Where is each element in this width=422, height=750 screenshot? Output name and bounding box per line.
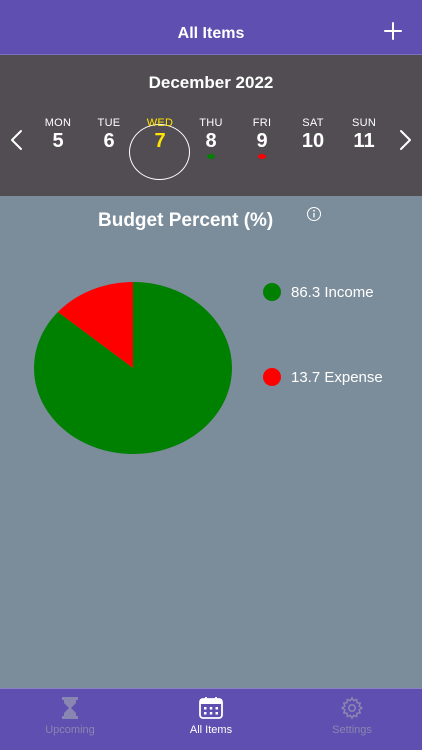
day-name: SAT <box>302 117 324 129</box>
legend-label-expense: 13.7 Expense <box>291 368 383 386</box>
income-legend-dot <box>263 283 281 301</box>
day-friday[interactable]: FRI 9 <box>237 117 287 177</box>
day-name: THU <box>199 117 223 129</box>
day-saturday[interactable]: SAT 10 <box>288 117 338 177</box>
day-name: FRI <box>252 117 272 129</box>
chart-panel: Budget Percent (%) 86.3 Income 13.7 Expe… <box>0 196 422 688</box>
page-title: All Items <box>177 25 245 42</box>
tab-label: Settings <box>332 724 372 736</box>
month-title: December 2022 <box>148 73 274 92</box>
day-name: TUE <box>97 117 121 129</box>
budget-pie-chart <box>33 282 233 454</box>
day-number: 9 <box>256 130 268 152</box>
expense-legend-dot <box>263 368 281 386</box>
income-marker-dot <box>207 154 215 159</box>
tab-upcoming[interactable]: Upcoming <box>0 689 140 750</box>
tab-label: All Items <box>189 724 233 736</box>
tab-all-items[interactable]: All Items <box>141 689 281 750</box>
next-week-chevron-icon[interactable] <box>397 129 413 151</box>
legend-item-income: 86.3 Income <box>263 282 374 302</box>
nav-bar: All Items <box>0 0 422 55</box>
tab-label: Upcoming <box>45 724 95 736</box>
day-wednesday[interactable]: WED 7 <box>135 117 185 177</box>
day-number: 11 <box>353 130 375 152</box>
day-thursday[interactable]: THU 8 <box>186 117 236 177</box>
day-number: 8 <box>205 130 217 152</box>
legend-item-expense: 13.7 Expense <box>263 367 383 387</box>
chart-title: Budget Percent (%) <box>98 210 274 231</box>
day-number: 5 <box>52 130 64 152</box>
day-monday[interactable]: MON 5 <box>33 117 83 177</box>
day-number: 6 <box>103 130 115 152</box>
tab-bar: Upcoming All Items Settings <box>0 688 422 750</box>
expense-marker-dot <box>258 154 266 159</box>
day-tuesday[interactable]: TUE 6 <box>84 117 134 177</box>
day-name: WED <box>146 117 174 129</box>
day-number: 10 <box>301 130 325 152</box>
day-number: 7 <box>154 130 166 152</box>
legend-label-income: 86.3 Income <box>291 283 374 301</box>
day-name: MON <box>44 117 72 129</box>
calendar-icon <box>199 697 223 719</box>
hourglass-icon <box>62 697 78 719</box>
day-name: SUN <box>351 117 377 129</box>
day-sunday[interactable]: SUN 11 <box>339 117 389 177</box>
add-item-button[interactable] <box>382 20 404 42</box>
tab-settings[interactable]: Settings <box>282 689 422 750</box>
info-icon[interactable] <box>306 206 322 222</box>
week-strip: December 2022 MON 5 TUE 6 WED 7 THU 8 FR… <box>0 55 422 196</box>
prev-week-chevron-icon[interactable] <box>9 129 25 151</box>
gear-icon <box>340 696 364 720</box>
